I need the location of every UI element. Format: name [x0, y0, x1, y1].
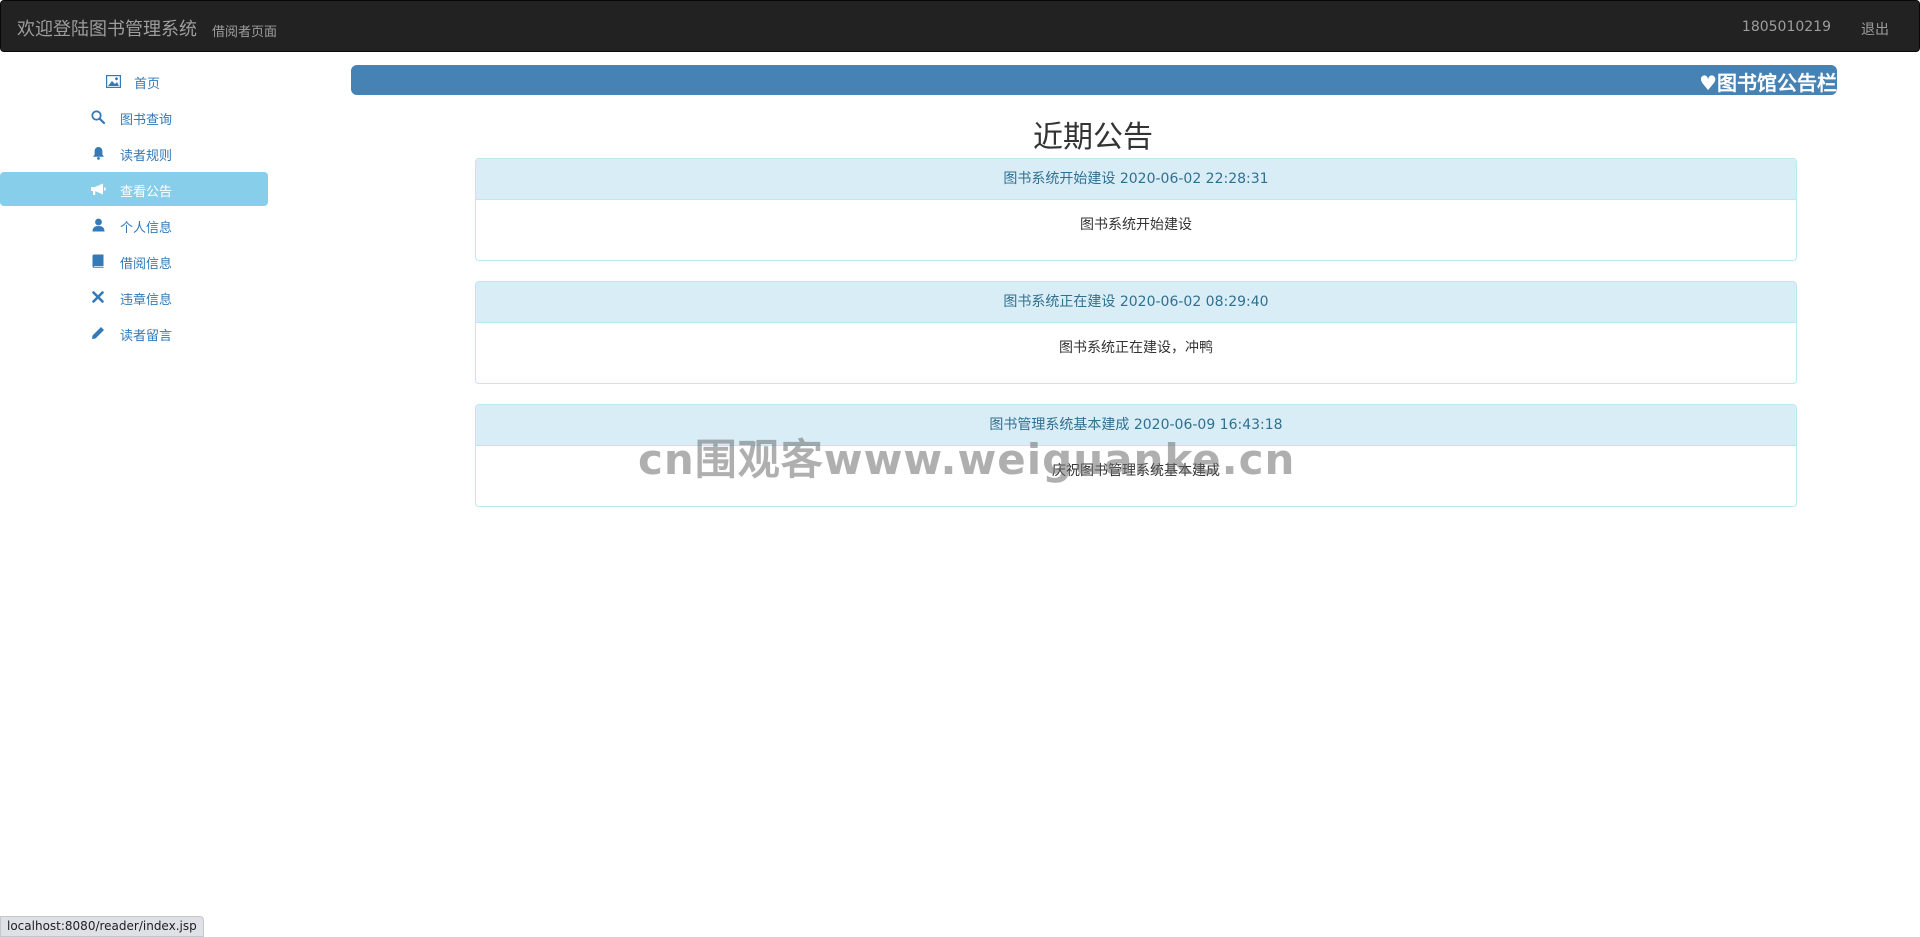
sidebar-nav: 首页 图书查询 读者规则 查看公告 个人信息 借阅信息 违章信息 读者留言 — [0, 64, 268, 352]
brand-title[interactable]: 欢迎登陆图书管理系统 — [17, 15, 197, 41]
user-id[interactable]: 1805010219 — [1742, 19, 1831, 35]
close-icon — [90, 289, 106, 305]
top-navbar: 欢迎登陆图书管理系统 借阅者页面 1805010219 退出 — [0, 0, 1920, 52]
brand-subtitle: 借阅者页面 — [212, 25, 278, 40]
sidebar-item-label: 违章信息 — [120, 293, 173, 308]
logout-link[interactable]: 退出 — [1861, 19, 1889, 39]
sidebar-item-borrow-info[interactable]: 借阅信息 — [0, 244, 268, 278]
watermark: cn围观客www.weiguanke.cn — [638, 435, 1296, 484]
picture-icon — [105, 73, 121, 89]
sidebar-item-label: 借阅信息 — [120, 257, 173, 272]
book-icon — [90, 253, 106, 269]
sidebar-item-violation-info[interactable]: 违章信息 — [0, 280, 268, 314]
user-icon — [90, 217, 106, 233]
sidebar-item-label: 首页 — [134, 77, 161, 92]
notice-body: 图书系统开始建设 — [1080, 217, 1192, 233]
notice-body: 图书系统正在建设，冲鸭 — [1059, 340, 1213, 356]
status-bar-url: localhost:8080/reader/index.jsp — [0, 916, 204, 937]
notice-heading: 图书系统正在建设 2020-06-02 08:29:40 — [476, 282, 1796, 323]
marquee-text: ♥图书馆公告栏 — [1699, 71, 1837, 95]
sidebar-item-personal-info[interactable]: 个人信息 — [0, 208, 268, 242]
sidebar-item-home[interactable]: 首页 — [0, 64, 268, 98]
notice-marquee: ♥图书馆公告栏 — [351, 65, 1837, 95]
sidebar-item-view-notices[interactable]: 查看公告 — [0, 172, 268, 206]
page-title: 近期公告 — [1033, 120, 1153, 155]
sidebar-item-label: 个人信息 — [120, 221, 173, 236]
sidebar-item-label: 读者留言 — [120, 329, 173, 344]
notice-heading: 图书系统开始建设 2020-06-02 22:28:31 — [476, 159, 1796, 200]
sidebar-item-label: 查看公告 — [120, 185, 173, 200]
bullhorn-icon — [90, 181, 106, 197]
sidebar-item-reader-messages[interactable]: 读者留言 — [0, 316, 268, 350]
pencil-icon — [90, 325, 106, 341]
notice-panel: 图书系统开始建设 2020-06-02 22:28:31 图书系统开始建设 — [475, 158, 1797, 261]
notice-panel: 图书系统正在建设 2020-06-02 08:29:40 图书系统正在建设，冲鸭 — [475, 281, 1797, 384]
